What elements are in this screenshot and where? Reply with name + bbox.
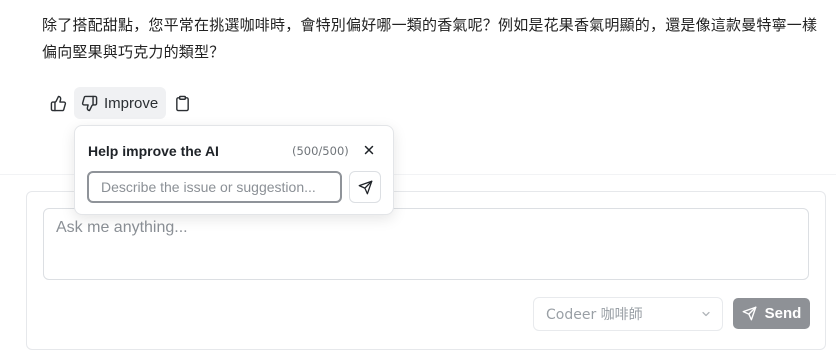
thumbs-up-icon (50, 95, 67, 112)
feedback-popover: Help improve the AI (500/500) Describe t… (74, 125, 394, 215)
copy-button[interactable] (166, 87, 198, 119)
message-actions: Improve (42, 87, 198, 119)
chat-input[interactable]: Ask me anything... (43, 208, 809, 280)
improve-label: Improve (104, 94, 159, 112)
model-select-value: Codeer 咖啡師 (546, 307, 643, 323)
chevron-down-icon (700, 308, 712, 320)
send-button[interactable]: Send (733, 298, 810, 329)
close-button[interactable] (361, 142, 377, 158)
feedback-send-button[interactable] (349, 171, 381, 203)
chat-window: 除了搭配甜點，您平常在挑選咖啡時，會特別偏好哪一類的香氣呢？例如是花果香氣明顯的… (0, 0, 836, 362)
feedback-title: Help improve the AI (88, 143, 219, 159)
thumbs-down-icon (81, 95, 98, 112)
clipboard-icon (174, 95, 191, 112)
assistant-message: 除了搭配甜點，您平常在挑選咖啡時，會特別偏好哪一類的香氣呢？例如是花果香氣明顯的… (42, 16, 818, 61)
feedback-input[interactable]: Describe the issue or suggestion... (87, 171, 342, 203)
improve-button[interactable]: Improve (74, 87, 167, 119)
close-icon (363, 144, 375, 156)
like-button[interactable] (42, 87, 74, 119)
send-icon (742, 306, 757, 321)
send-icon (358, 180, 373, 195)
model-select[interactable]: Codeer 咖啡師 (533, 297, 723, 331)
feedback-char-count: (500/500) (292, 144, 349, 158)
send-label: Send (764, 305, 802, 322)
